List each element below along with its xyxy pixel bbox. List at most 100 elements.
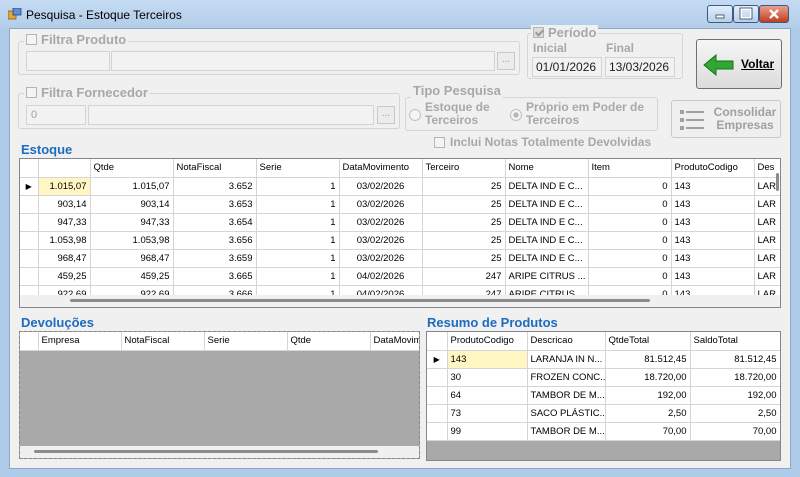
devolucoes-horizontal-scrollbar[interactable]: [20, 446, 419, 458]
table-cell[interactable]: 3.659: [173, 249, 257, 268]
table-cell[interactable]: 1: [256, 195, 340, 214]
proprio-poder-terceiros-radio[interactable]: Próprio em Poder de Terceiros: [510, 101, 656, 129]
table-cell[interactable]: 459,25: [90, 267, 174, 286]
table-cell[interactable]: 903,14: [38, 195, 91, 214]
table-cell[interactable]: DELTA IND E C...: [505, 195, 589, 214]
filtra-fornecedor-checkbox[interactable]: Filtra Fornecedor: [24, 85, 150, 100]
table-cell[interactable]: 3.656: [173, 231, 257, 250]
inicial-date-field[interactable]: 01/01/2026: [532, 57, 602, 77]
column-header[interactable]: Qtde: [287, 332, 371, 351]
row-header[interactable]: [427, 386, 448, 405]
table-cell[interactable]: TAMBOR DE M...: [527, 386, 606, 405]
table-cell[interactable]: 1: [256, 213, 340, 232]
fornecedor-code-field[interactable]: 0: [26, 105, 86, 125]
table-cell[interactable]: 968,47: [38, 249, 91, 268]
table-cell[interactable]: 0: [588, 231, 672, 250]
table-row[interactable]: 99 TAMBOR DE M... 70,00 70,00: [427, 422, 780, 441]
row-header[interactable]: [20, 213, 39, 232]
column-header[interactable]: NotaFiscal: [173, 159, 257, 178]
filtra-produto-checkbox[interactable]: Filtra Produto: [24, 32, 129, 47]
column-header[interactable]: ProdutoCodigo: [671, 159, 755, 178]
column-header[interactable]: [38, 159, 91, 178]
inclui-notas-checkbox[interactable]: Inclui Notas Totalmente Devolvidas: [434, 135, 651, 149]
table-cell[interactable]: 1: [256, 249, 340, 268]
column-header[interactable]: Descricao: [527, 332, 606, 351]
checkbox-box[interactable]: [26, 87, 37, 98]
table-row[interactable]: 459,25 459,25 3.665 1 04/02/2026 247 ARIPE CIT…: [20, 267, 780, 286]
table-cell[interactable]: 25: [422, 231, 506, 250]
table-row[interactable]: 73 SACO PLÁSTIC... 2,50 2,50: [427, 404, 780, 423]
checkbox-box[interactable]: [533, 27, 544, 38]
table-row[interactable]: 947,33 947,33 3.654 1 03/02/2026 25 DELTA IND …: [20, 213, 780, 232]
table-row[interactable]: 1.053,98 1.053,98 3.656 1 03/02/2026 25 DELTA …: [20, 231, 780, 250]
table-cell[interactable]: 2,50: [690, 404, 780, 423]
table-cell[interactable]: ARIPE CITRUS ...: [505, 267, 589, 286]
produto-search-button[interactable]: ...: [497, 52, 515, 70]
column-header[interactable]: NotaFiscal: [121, 332, 205, 351]
table-cell[interactable]: 143: [671, 177, 755, 196]
table-cell[interactable]: 70,00: [690, 422, 780, 441]
table-cell[interactable]: 903,14: [90, 195, 174, 214]
table-cell[interactable]: FROZEN CONC...: [527, 368, 606, 387]
table-cell[interactable]: 81.512,45: [605, 350, 691, 369]
table-cell[interactable]: 0: [588, 267, 672, 286]
column-header[interactable]: Item: [588, 159, 672, 178]
table-row[interactable]: ▶ 143 LARANJA IN N... 81.512,45 81.512,45: [427, 350, 780, 369]
table-cell[interactable]: TAMBOR DE M...: [527, 422, 606, 441]
voltar-button[interactable]: Voltar: [696, 39, 782, 89]
column-header[interactable]: Terceiro: [422, 159, 506, 178]
table-cell[interactable]: 1.053,98: [90, 231, 174, 250]
checkbox-box[interactable]: [26, 34, 37, 45]
table-cell[interactable]: 143: [671, 249, 755, 268]
column-header[interactable]: Serie: [256, 159, 340, 178]
table-cell[interactable]: 1: [256, 231, 340, 250]
table-cell[interactable]: 18.720,00: [605, 368, 691, 387]
column-header[interactable]: Serie: [204, 332, 288, 351]
table-cell[interactable]: 968,47: [90, 249, 174, 268]
row-header[interactable]: [20, 195, 39, 214]
column-header[interactable]: Qtde: [90, 159, 174, 178]
produto-code-field[interactable]: [26, 51, 110, 71]
table-cell[interactable]: 25: [422, 177, 506, 196]
estoque-grid[interactable]: Qtde NotaFiscal Serie DataMovimento Terc…: [19, 158, 781, 308]
table-cell[interactable]: 1.015,07: [38, 177, 91, 196]
table-cell[interactable]: 73: [447, 404, 528, 423]
estoque-terceiros-radio[interactable]: Estoque de Terceiros: [409, 101, 495, 129]
table-cell[interactable]: 04/02/2026: [339, 267, 423, 286]
scroll-thumb[interactable]: [70, 299, 650, 302]
estoque-vertical-scrollbar[interactable]: [775, 159, 780, 294]
column-header[interactable]: DataMovimento: [339, 159, 423, 178]
table-cell[interactable]: 03/02/2026: [339, 177, 423, 196]
row-header[interactable]: [427, 368, 448, 387]
table-cell[interactable]: DELTA IND E C...: [505, 177, 589, 196]
scroll-thumb[interactable]: [34, 450, 378, 453]
periodo-checkbox[interactable]: Período: [531, 25, 599, 40]
table-cell[interactable]: 25: [422, 195, 506, 214]
table-cell[interactable]: 0: [588, 195, 672, 214]
table-cell[interactable]: 192,00: [605, 386, 691, 405]
table-cell[interactable]: 143: [447, 350, 528, 369]
table-cell[interactable]: LARANJA IN N...: [527, 350, 606, 369]
radio-circle[interactable]: [409, 109, 421, 121]
table-cell[interactable]: 03/02/2026: [339, 231, 423, 250]
row-header[interactable]: [20, 249, 39, 268]
table-cell[interactable]: 81.512,45: [690, 350, 780, 369]
table-cell[interactable]: DELTA IND E C...: [505, 231, 589, 250]
table-cell[interactable]: 3.665: [173, 267, 257, 286]
table-cell[interactable]: 03/02/2026: [339, 213, 423, 232]
checkbox-box[interactable]: [434, 136, 445, 148]
table-cell[interactable]: 3.652: [173, 177, 257, 196]
table-cell[interactable]: 03/02/2026: [339, 249, 423, 268]
estoque-horizontal-scrollbar[interactable]: [20, 295, 780, 307]
devolucoes-grid[interactable]: Empresa NotaFiscal Serie Qtde DataMovim: [19, 331, 420, 459]
table-row[interactable]: 30 FROZEN CONC... 18.720,00 18.720,00: [427, 368, 780, 387]
resumo-grid[interactable]: ProdutoCodigo Descricao QtdeTotal SaldoT…: [426, 331, 781, 461]
table-cell[interactable]: DELTA IND E C...: [505, 249, 589, 268]
column-header[interactable]: Nome: [505, 159, 589, 178]
close-button[interactable]: [759, 5, 789, 23]
fornecedor-search-button[interactable]: ...: [377, 106, 395, 124]
table-row[interactable]: 64 TAMBOR DE M... 192,00 192,00: [427, 386, 780, 405]
table-cell[interactable]: 25: [422, 249, 506, 268]
table-cell[interactable]: 0: [588, 213, 672, 232]
minimize-button[interactable]: [707, 5, 733, 23]
